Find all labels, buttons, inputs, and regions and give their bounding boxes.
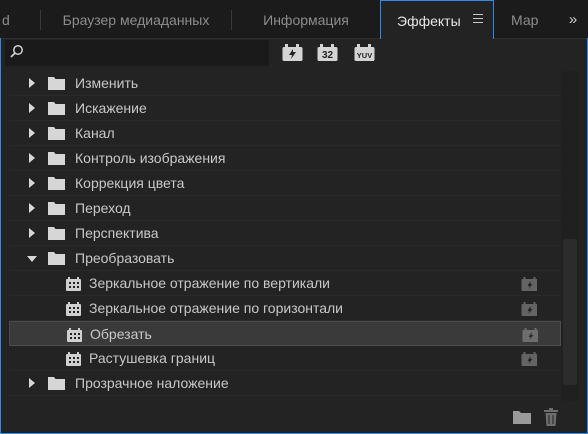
search-icon	[10, 45, 23, 58]
tree-folder-row[interactable]: Перспектива	[9, 221, 561, 246]
expand-triangle-closed-icon[interactable]	[29, 203, 35, 213]
expand-triangle-closed-icon[interactable]	[29, 78, 35, 88]
tree-folder-row[interactable]: Преобразовать	[9, 246, 561, 271]
tree-effect-row[interactable]: Зеркальное отражение по вертикали	[9, 271, 561, 296]
folder-icon	[48, 127, 65, 140]
folder-icon	[48, 177, 65, 190]
expand-triangle-open-icon[interactable]	[27, 256, 37, 262]
accelerated-effect-icon	[521, 277, 537, 291]
effect-icon	[66, 302, 81, 316]
tree-item-label: Канал	[75, 125, 115, 141]
folder-icon	[48, 152, 65, 165]
tree-folder-row[interactable]: Прозрачное наложение	[9, 371, 561, 396]
effects-panel: 32 YUV Изменить Искажение Канал Контроль из…	[0, 38, 588, 434]
scrollbar-thumb[interactable]	[563, 239, 577, 385]
tree-item-label: Переход	[75, 200, 131, 216]
tab-effects-label: Эффекты	[397, 13, 461, 29]
tree-folder-row[interactable]: Искажение	[9, 96, 561, 121]
panel-menu-icon[interactable]	[473, 14, 483, 24]
tree-item-label: Изменить	[75, 75, 139, 91]
folder-icon	[48, 202, 65, 215]
tab-overflow-button[interactable]: »	[558, 0, 588, 38]
tree-effect-row[interactable]: Обрезать	[9, 321, 561, 346]
tree-folder-row[interactable]: Канал	[9, 121, 561, 146]
expand-triangle-closed-icon[interactable]	[29, 153, 35, 163]
tree-effect-row[interactable]: Зеркальное отражение по горизонтали	[9, 296, 561, 321]
tree-item-label: Коррекция цвета	[75, 175, 185, 191]
tree-item-label: Искажение	[75, 100, 147, 116]
svg-text:32: 32	[322, 50, 334, 61]
tab-media-browser[interactable]: Браузер медиаданных	[41, 0, 231, 38]
svg-text:YUV: YUV	[357, 51, 372, 60]
tree-folder-row[interactable]: Контроль изображения	[9, 146, 561, 171]
32bit-effects-icon[interactable]: 32	[317, 44, 338, 61]
tab-effects[interactable]: Эффекты	[380, 0, 494, 39]
accelerated-effect-icon	[521, 302, 537, 316]
expand-triangle-closed-icon[interactable]	[29, 378, 35, 388]
search-field[interactable]	[5, 40, 269, 66]
new-bin-icon[interactable]	[513, 410, 531, 424]
accelerated-effects-icon[interactable]	[282, 44, 303, 61]
tree-folder-row[interactable]: Изменить	[9, 71, 561, 96]
expand-triangle-closed-icon[interactable]	[29, 128, 35, 138]
tree-item-label: Зеркальное отражение по вертикали	[89, 275, 330, 291]
yuv-effects-icon[interactable]: YUV	[354, 44, 375, 61]
tree-item-label: Контроль изображения	[75, 150, 226, 166]
tree-item-label: Преобразовать	[75, 250, 175, 266]
tree-folder-row[interactable]: Коррекция цвета	[9, 171, 561, 196]
vertical-scrollbar[interactable]	[561, 71, 579, 401]
effect-icon	[66, 277, 81, 291]
tree-item-label: Прозрачное наложение	[75, 375, 229, 391]
folder-icon	[48, 102, 65, 115]
folder-icon	[48, 77, 65, 90]
effect-icon	[67, 328, 82, 342]
effects-tree: Изменить Искажение Канал Контроль изображен…	[9, 71, 561, 401]
tree-item-label: Растушевка границ	[89, 350, 216, 366]
tab-info[interactable]: Информация	[232, 0, 380, 38]
tree-folder-row[interactable]: Переход	[9, 196, 561, 221]
expand-triangle-closed-icon[interactable]	[29, 103, 35, 113]
folder-icon	[48, 377, 65, 390]
effect-icon	[66, 352, 81, 366]
expand-triangle-closed-icon[interactable]	[29, 228, 35, 238]
tab-truncated[interactable]: d	[0, 0, 42, 38]
expand-triangle-closed-icon[interactable]	[29, 178, 35, 188]
panel-tab-bar: d Браузер медиаданных Информация Эффекты…	[0, 0, 588, 39]
tree-effect-row[interactable]: Растушевка границ	[9, 346, 561, 371]
folder-icon	[48, 227, 65, 240]
tab-markers[interactable]: Мар	[494, 0, 558, 38]
trash-icon[interactable]	[543, 408, 559, 426]
accelerated-effect-icon	[521, 352, 537, 366]
tree-item-label: Перспектива	[75, 225, 159, 241]
tree-item-label: Зеркальное отражение по горизонтали	[89, 300, 344, 316]
accelerated-effect-icon	[522, 328, 538, 342]
folder-icon	[48, 252, 65, 265]
tree-item-label: Обрезать	[90, 326, 152, 342]
